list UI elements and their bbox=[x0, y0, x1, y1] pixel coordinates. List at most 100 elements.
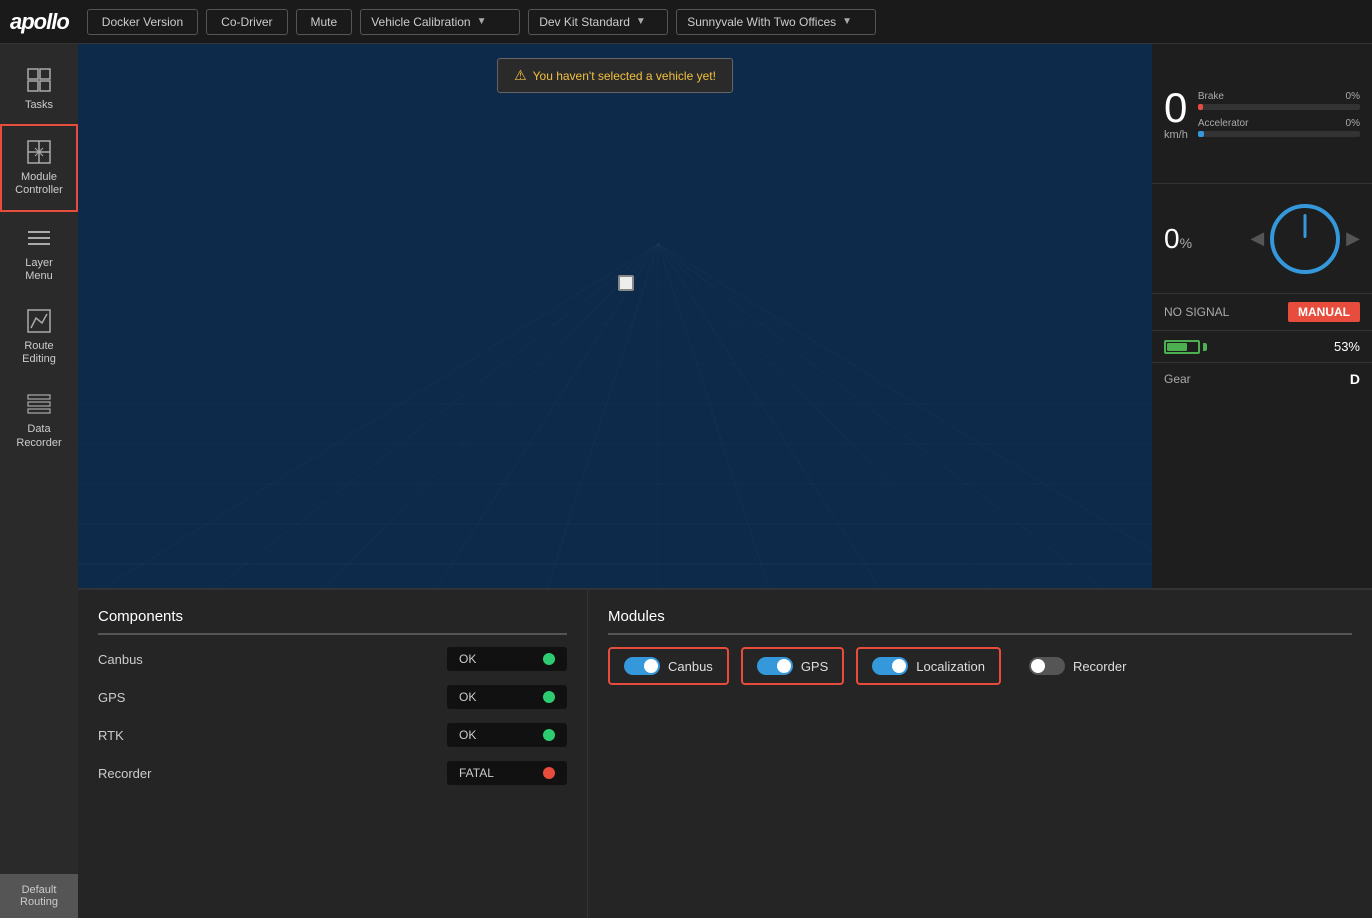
gauges: Brake 0% Accelerator 0% bbox=[1198, 91, 1360, 137]
status-dot-gps bbox=[543, 691, 555, 703]
battery-fill bbox=[1167, 343, 1187, 351]
battery-percent: 53% bbox=[1334, 339, 1360, 354]
layer-menu-label: LayerMenu bbox=[25, 257, 53, 283]
tasks-icon bbox=[25, 66, 53, 94]
steer-left-icon: ◀ bbox=[1250, 228, 1264, 249]
docker-version-button[interactable]: Docker Version bbox=[87, 9, 198, 35]
status-dot-recorder bbox=[543, 767, 555, 779]
speed-unit: km/h bbox=[1164, 129, 1188, 141]
accelerator-bar bbox=[1198, 131, 1360, 137]
logo: apollo bbox=[10, 9, 69, 35]
steering-section: 0% ◀ ▶ bbox=[1152, 184, 1372, 294]
sidebar-item-tasks[interactable]: Tasks bbox=[0, 54, 78, 124]
recorder-module-label: Recorder bbox=[1073, 659, 1126, 674]
layer-menu-icon bbox=[25, 224, 53, 252]
module-toggle-localization[interactable]: Localization bbox=[856, 647, 1001, 685]
battery-tip bbox=[1203, 343, 1207, 351]
component-row-rtk: RTK OK bbox=[98, 723, 567, 747]
speed-display: 0 km/h bbox=[1164, 87, 1188, 141]
alert-message: You haven't selected a vehicle yet! bbox=[533, 69, 716, 83]
route-editing-icon bbox=[25, 307, 53, 335]
canbus-toggle-switch bbox=[624, 657, 660, 675]
data-recorder-label: DataRecorder bbox=[16, 423, 61, 449]
steering-arrows: ◀ ▶ bbox=[1250, 204, 1360, 274]
sidebar-item-module-controller[interactable]: ModuleController bbox=[0, 124, 78, 211]
component-name-canbus: Canbus bbox=[98, 652, 178, 667]
gear-label: Gear bbox=[1164, 372, 1191, 386]
default-routing-button[interactable]: DefaultRouting bbox=[0, 874, 78, 918]
gps-toggle-switch bbox=[757, 657, 793, 675]
localization-toggle-switch bbox=[872, 657, 908, 675]
accelerator-gauge: Accelerator 0% bbox=[1198, 118, 1360, 137]
gps-module-label: GPS bbox=[801, 659, 828, 674]
modules-grid: Canbus GPS Localization bbox=[608, 647, 1352, 685]
location-arrow-icon: ▼ bbox=[842, 16, 852, 27]
dev-kit-select[interactable]: Dev Kit Standard ▼ bbox=[528, 9, 668, 35]
status-dot-rtk bbox=[543, 729, 555, 741]
module-controller-label: ModuleController bbox=[15, 171, 63, 197]
brake-bar bbox=[1198, 104, 1360, 110]
alert-icon: ⚠ bbox=[514, 67, 527, 84]
location-select[interactable]: Sunnyvale With Two Offices ▼ bbox=[676, 9, 876, 35]
status-badge-recorder: FATAL bbox=[447, 761, 567, 785]
top-nav: apollo Docker Version Co-Driver Mute Veh… bbox=[0, 0, 1372, 44]
component-row-gps: GPS OK bbox=[98, 685, 567, 709]
status-badge-rtk: OK bbox=[447, 723, 567, 747]
status-text-gps: OK bbox=[459, 690, 476, 704]
status-text-rtk: OK bbox=[459, 728, 476, 742]
vehicle-marker bbox=[618, 275, 634, 291]
mute-button[interactable]: Mute bbox=[296, 9, 353, 35]
battery-icon bbox=[1164, 340, 1207, 354]
components-title: Components bbox=[98, 608, 567, 635]
component-name-gps: GPS bbox=[98, 690, 178, 705]
components-panel: Components Canbus OK GPS OK bbox=[78, 590, 588, 918]
gear-value: D bbox=[1350, 371, 1360, 387]
data-recorder-icon bbox=[25, 390, 53, 418]
tasks-label: Tasks bbox=[25, 99, 53, 112]
sidebar-item-route-editing[interactable]: RouteEditing bbox=[0, 295, 78, 378]
brake-fill bbox=[1198, 104, 1203, 110]
main-layout: Tasks ModuleController bbox=[0, 44, 1372, 918]
modules-title: Modules bbox=[608, 608, 1352, 635]
steering-wheel bbox=[1270, 204, 1340, 274]
module-controller-icon bbox=[25, 138, 53, 166]
steer-right-icon: ▶ bbox=[1346, 228, 1360, 249]
module-toggle-gps[interactable]: GPS bbox=[741, 647, 844, 685]
brake-label: Brake bbox=[1198, 91, 1224, 102]
component-name-recorder: Recorder bbox=[98, 766, 178, 781]
sidebar-item-layer-menu[interactable]: LayerMenu bbox=[0, 212, 78, 295]
accelerator-label: Accelerator bbox=[1198, 118, 1249, 129]
bottom-panel: Components Canbus OK GPS OK bbox=[78, 588, 1372, 918]
map-area[interactable]: ⚠ You haven't selected a vehicle yet! bbox=[78, 44, 1152, 588]
recorder-toggle-switch bbox=[1029, 657, 1065, 675]
steering-needle bbox=[1304, 214, 1307, 238]
localization-toggle-knob bbox=[892, 659, 906, 673]
status-text-canbus: OK bbox=[459, 652, 476, 666]
component-name-rtk: RTK bbox=[98, 728, 178, 743]
speed-section: 0 km/h Brake 0% bbox=[1152, 44, 1372, 184]
battery-section: 53% bbox=[1152, 331, 1372, 363]
gps-toggle-knob bbox=[777, 659, 791, 673]
right-panel: 0 km/h Brake 0% bbox=[1152, 44, 1372, 588]
vehicle-cal-arrow-icon: ▼ bbox=[477, 16, 487, 27]
battery-body bbox=[1164, 340, 1200, 354]
status-text-recorder: FATAL bbox=[459, 766, 494, 780]
sidebar-item-data-recorder[interactable]: DataRecorder bbox=[0, 378, 78, 461]
accelerator-percent: 0% bbox=[1346, 118, 1360, 129]
sidebar: Tasks ModuleController bbox=[0, 44, 78, 918]
brake-gauge: Brake 0% bbox=[1198, 91, 1360, 110]
route-editing-label: RouteEditing bbox=[22, 340, 56, 366]
component-row-canbus: Canbus OK bbox=[98, 647, 567, 671]
vehicle-calibration-select[interactable]: Vehicle Calibration ▼ bbox=[360, 9, 520, 35]
co-driver-button[interactable]: Co-Driver bbox=[206, 9, 287, 35]
signal-section: NO SIGNAL MANUAL bbox=[1152, 294, 1372, 331]
dev-kit-arrow-icon: ▼ bbox=[636, 16, 646, 27]
module-toggle-canbus[interactable]: Canbus bbox=[608, 647, 729, 685]
signal-status: NO SIGNAL bbox=[1164, 305, 1229, 319]
accelerator-fill bbox=[1198, 131, 1204, 137]
canbus-toggle-knob bbox=[644, 659, 658, 673]
status-badge-canbus: OK bbox=[447, 647, 567, 671]
map-grid-svg bbox=[78, 44, 1152, 588]
gear-section: Gear D bbox=[1152, 363, 1372, 395]
module-toggle-recorder[interactable]: Recorder bbox=[1013, 647, 1142, 685]
